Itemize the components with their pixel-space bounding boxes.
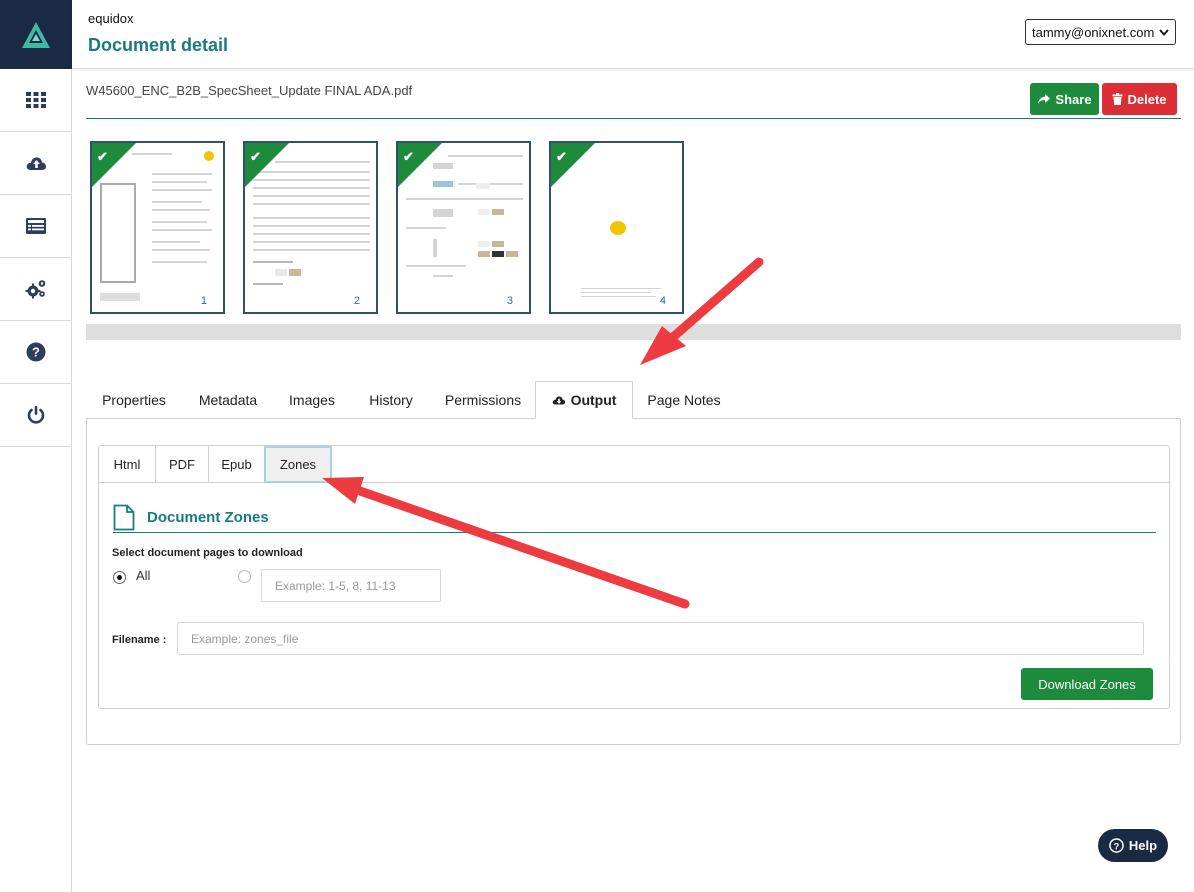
section-divider	[113, 532, 1156, 533]
list-icon	[25, 218, 46, 234]
delete-label: Delete	[1127, 91, 1167, 107]
help-circle-icon: ?	[26, 342, 45, 362]
question-circle-icon: ?	[1109, 838, 1124, 853]
help-button[interactable]: ? Help	[1098, 829, 1168, 862]
subtab-html[interactable]: Html	[99, 446, 156, 483]
user-email: tammy@onixnet.com	[1032, 24, 1155, 40]
sidebar: ?	[0, 0, 72, 892]
check-icon: ✔	[250, 149, 261, 164]
subtab-pdf[interactable]: PDF	[156, 446, 209, 483]
sidebar-item-help[interactable]: ?	[0, 321, 71, 384]
section-header: Document Zones	[113, 504, 269, 531]
svg-text:?: ?	[32, 345, 40, 360]
document-filename: W45600_ENC_B2B_SpecSheet_Update FINAL AD…	[86, 83, 413, 98]
tab-images[interactable]: Images	[282, 381, 342, 419]
user-account-select[interactable]: tammy@onixnet.com	[1025, 19, 1176, 45]
filename-label: Filename :	[112, 634, 167, 646]
document-tabs: Properties Metadata Images History Permi…	[86, 381, 1181, 419]
help-label: Help	[1128, 838, 1158, 853]
thumbnail-page-number: 4	[659, 295, 666, 307]
document-icon	[113, 504, 135, 531]
check-icon: ✔	[97, 149, 108, 164]
page-thumbnail[interactable]: ✔ 1	[90, 141, 225, 314]
thumbnail-page-number: 2	[353, 295, 360, 307]
delete-button[interactable]: Delete	[1102, 83, 1177, 115]
sidebar-item-settings[interactable]	[0, 258, 71, 321]
pages-label: Select document pages to download	[112, 547, 303, 559]
logo-mark-icon	[22, 21, 50, 48]
radio-all-label: All	[136, 568, 151, 583]
trash-icon	[1112, 93, 1123, 105]
section-title: Document Zones	[147, 509, 269, 526]
sidebar-item-dashboard[interactable]	[0, 69, 71, 132]
filename-input[interactable]: Example: zones_file	[177, 622, 1144, 655]
apps-grid-icon	[25, 92, 46, 108]
subtab-epub[interactable]: Epub	[209, 446, 265, 483]
sidebar-item-documents[interactable]	[0, 195, 71, 258]
tab-output[interactable]: Output	[535, 381, 633, 419]
gears-icon	[25, 280, 45, 299]
tab-permissions[interactable]: Permissions	[438, 381, 528, 419]
tab-metadata[interactable]: Metadata	[188, 381, 268, 419]
output-format-tabs: Html PDF Epub Zones	[99, 446, 1169, 483]
output-panel: Html PDF Epub Zones Document Zones Selec…	[86, 418, 1181, 745]
thumbnail-page-number: 1	[200, 295, 207, 307]
share-label: Share	[1055, 91, 1092, 107]
chevron-down-icon	[1159, 28, 1169, 36]
page-title: Document detail	[88, 35, 229, 55]
page-thumbnail[interactable]: ✔ 2	[243, 141, 378, 314]
share-arrow-icon	[1038, 94, 1051, 104]
subtab-zones[interactable]: Zones	[264, 446, 332, 483]
page-thumbnail[interactable]: ✔ 3	[396, 141, 531, 314]
sidebar-item-upload[interactable]	[0, 132, 71, 195]
app-name: equidox	[88, 11, 134, 26]
cloud-upload-icon	[26, 157, 46, 170]
top-bar: equidox Document detail tammy@onixnet.co…	[72, 0, 1194, 69]
check-icon: ✔	[403, 149, 414, 164]
tab-output-label: Output	[570, 392, 617, 408]
sidebar-item-logout[interactable]	[0, 384, 71, 447]
radio-all-pages[interactable]	[113, 571, 126, 584]
thumbnail-scrollbar[interactable]	[86, 324, 1181, 340]
thumbnail-page-number: 3	[506, 295, 513, 307]
radio-page-range[interactable]	[238, 570, 251, 583]
page-range-input[interactable]: Example: 1-5, 8, 11-13	[261, 569, 441, 602]
cloud-download-icon	[552, 396, 565, 405]
tab-history[interactable]: History	[358, 381, 424, 419]
svg-text:?: ?	[1114, 841, 1120, 851]
equidox-logo[interactable]	[0, 0, 72, 69]
page-thumbnail[interactable]: ✔ 4	[549, 141, 684, 314]
tab-page-notes[interactable]: Page Notes	[641, 381, 727, 419]
title-divider	[86, 118, 1181, 119]
share-button[interactable]: Share	[1030, 83, 1099, 115]
download-zones-button[interactable]: Download Zones	[1021, 668, 1153, 700]
check-icon: ✔	[556, 149, 567, 164]
output-subpanel: Html PDF Epub Zones Document Zones Selec…	[98, 445, 1170, 709]
tab-properties[interactable]: Properties	[90, 381, 178, 419]
power-icon	[27, 406, 44, 424]
